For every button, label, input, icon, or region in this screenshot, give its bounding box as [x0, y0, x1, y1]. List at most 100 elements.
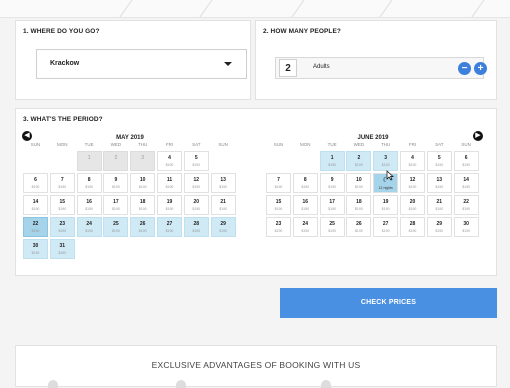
calendar-day[interactable]: 10 $190 [130, 173, 156, 193]
calendar-day[interactable]: 20 $190 [400, 195, 425, 215]
day-number: 26 [356, 221, 362, 227]
calendar-day[interactable]: 1 $190 [319, 151, 345, 171]
day-number: 9 [114, 177, 118, 183]
day-price: $190 [138, 229, 147, 233]
day-price: $190 [354, 163, 363, 167]
calendar-day[interactable]: 25 $190 [103, 217, 129, 237]
calendar-day[interactable]: 24 $190 [76, 217, 102, 237]
day-price: $190 [138, 185, 147, 189]
day-price: $190 [192, 185, 201, 189]
calendar-day[interactable]: 31 $190 [49, 239, 75, 259]
calendar-day[interactable]: 29 $190 [210, 217, 236, 237]
day-number: 13 [220, 177, 226, 183]
people-title: 2. HOW MANY PEOPLE? [263, 28, 341, 35]
day-number: 7 [277, 177, 280, 183]
decrease-people-button[interactable]: − [458, 62, 471, 75]
calendar-day[interactable]: 28 $190 [400, 217, 425, 237]
increase-people-button[interactable]: + [474, 62, 487, 75]
calendar-day[interactable]: 22 $190 [453, 195, 479, 215]
day-number: 6 [464, 155, 468, 161]
day-number: 31 [59, 243, 66, 249]
day-price: $190 [301, 185, 310, 189]
calendar-day[interactable]: 21 $190 [210, 195, 236, 215]
day-price: $190 [58, 185, 67, 189]
calendar-day[interactable]: 8 $190 [76, 173, 102, 193]
calendar-day[interactable]: 28 $190 [183, 217, 209, 237]
destination-select[interactable]: Krackow [36, 49, 247, 79]
calendar-day[interactable]: 9 $190 [319, 173, 345, 193]
calendar-day[interactable]: 4 $190 [400, 151, 425, 171]
calendar-day[interactable]: 7 $190 [49, 173, 75, 193]
calendar-day[interactable]: 26 $190 [130, 217, 156, 237]
calendar-day[interactable]: 14 $190 [453, 173, 479, 193]
calendar-day[interactable]: 21 $190 [426, 195, 452, 215]
day-number: 29 [436, 221, 443, 227]
day-price: $190 [31, 229, 40, 233]
day-number: 5 [437, 155, 441, 161]
day-number: 28 [193, 221, 200, 227]
calendar-day[interactable]: 11 $190 [157, 173, 182, 193]
day-price: $190 [165, 229, 174, 233]
day-price: $190 [408, 229, 417, 233]
calendar-day[interactable]: 17 $190 [103, 195, 129, 215]
day-number: 16 [302, 199, 309, 205]
calendar-day[interactable]: 18 $190 [130, 195, 156, 215]
calendar-day[interactable]: 19 $190 [373, 195, 399, 215]
calendar-day[interactable]: 15 $190 [266, 195, 291, 215]
day-number: 27 [166, 221, 173, 227]
weekday-label: MON [300, 142, 311, 147]
calendar-day[interactable]: 2 $190 [346, 151, 372, 171]
calendar-day[interactable]: 5 $190 [183, 151, 209, 171]
calendar-day[interactable]: 13 $190 [210, 173, 236, 193]
advantage-icon [321, 380, 331, 388]
calendar-day[interactable]: 24 $190 [292, 217, 318, 237]
month-title: MAY 2019 [116, 135, 144, 141]
day-number: 11 [166, 177, 173, 183]
day-price: $190 [219, 185, 227, 189]
day-price: $190 [354, 207, 363, 211]
calendar-day[interactable]: 16 $190 [292, 195, 318, 215]
calendar-day[interactable]: 30 $190 [453, 217, 479, 237]
check-prices-button[interactable]: CHECK PRICES [280, 288, 497, 318]
day-number: 17 [113, 199, 119, 205]
calendar-day[interactable]: 6 $190 [453, 151, 479, 171]
day-number: 2 [357, 155, 361, 161]
calendar-day[interactable]: 22 $190 [23, 217, 48, 237]
calendar-day[interactable]: 12 $190 [400, 173, 425, 193]
day-number: 19 [382, 199, 389, 205]
calendar-day[interactable]: 30 $190 [23, 239, 48, 259]
calendar-day[interactable]: 8 $190 [292, 173, 318, 193]
calendar-day[interactable]: 12 $190 [183, 173, 209, 193]
day-number: 16 [86, 199, 92, 205]
calendar-day[interactable]: 5 $190 [426, 151, 452, 171]
calendar-day[interactable]: 7 $190 [266, 173, 291, 193]
calendar-day[interactable]: 16 $190 [76, 195, 102, 215]
calendar-day[interactable]: 10 $190 [346, 173, 372, 193]
weekday-label: SUN [273, 142, 284, 147]
calendar-day[interactable]: 14 $190 [23, 195, 48, 215]
day-number: 14 [463, 177, 469, 183]
calendar-day: 2 [103, 151, 129, 171]
people-count[interactable]: 2 [279, 59, 297, 77]
calendar-day[interactable]: 6 $190 [23, 173, 48, 193]
calendar-day[interactable]: 23 $190 [266, 217, 291, 237]
calendar-day[interactable]: 27 $190 [373, 217, 399, 237]
day-number: 6 [34, 177, 37, 183]
day-number: 12 [409, 177, 416, 183]
calendar-day[interactable]: 27 $190 [157, 217, 182, 237]
calendar-day[interactable]: 19 $190 [157, 195, 182, 215]
calendar-day[interactable]: 13 $190 [426, 173, 452, 193]
calendar-day[interactable]: 29 $190 [426, 217, 452, 237]
calendar-day[interactable]: 23 $190 [49, 217, 75, 237]
calendar-day[interactable]: 17 $190 [319, 195, 345, 215]
day-price: $190 [274, 207, 283, 211]
calendar-day[interactable]: 4 $190 [157, 151, 182, 171]
calendar-day[interactable]: 18 $190 [346, 195, 372, 215]
calendar-day[interactable]: 26 $190 [346, 217, 372, 237]
weekday-label: SAT [192, 142, 201, 147]
calendar-day[interactable]: 25 $190 [319, 217, 345, 237]
calendar-day[interactable]: 15 $190 [49, 195, 75, 215]
calendar-day[interactable]: 9 $190 [103, 173, 129, 193]
calendar-day[interactable]: 20 $190 [183, 195, 209, 215]
calendar-day[interactable]: 3 $190 [373, 151, 399, 171]
